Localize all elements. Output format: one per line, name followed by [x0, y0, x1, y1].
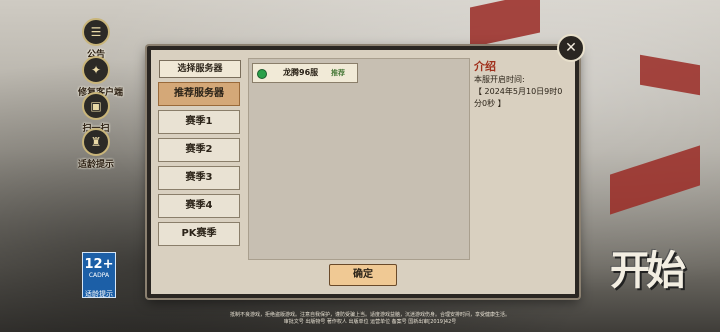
footer-line-2: 审批文号 出版物号 著作权人 出版单位 运营单位 备案号 国新出审[2019]4…	[283, 319, 457, 325]
age-rating-tip: 适龄提示	[85, 290, 113, 298]
footer-line-1: 抵制不良游戏，拒绝盗版游戏。注意自我保护，谨防受骗上当。适度游戏益脑，沉迷游戏伤…	[229, 312, 510, 318]
server-name: 龙腾96服	[283, 68, 319, 77]
age-rating-org: CADPA	[88, 272, 110, 279]
tab-recommended[interactable]: 推荐服务器	[158, 82, 240, 106]
server-tag: 推荐	[331, 69, 345, 77]
intro-line-2: 【 2024年5月10日9时0分0秒 】	[474, 87, 563, 108]
server-list: 龙腾96服 推荐	[248, 58, 470, 260]
server-item[interactable]: 龙腾96服 推荐	[252, 63, 358, 83]
age-info-button[interactable]: ♜ 适龄提示	[78, 128, 114, 170]
dialog-header: 选择服务器	[159, 60, 241, 78]
age-rating-badge[interactable]: 12+ CADPA 适龄提示	[82, 252, 116, 298]
intro-line-1: 本服开启时间:	[474, 75, 525, 84]
notice-icon: ☰	[82, 18, 110, 46]
tab-season-2[interactable]: 赛季2	[158, 138, 240, 162]
start-game-button[interactable]: 开始	[610, 238, 686, 296]
confirm-button[interactable]: 确定	[329, 264, 397, 286]
age-info-icon: ♜	[82, 128, 110, 156]
intro-heading: 介绍	[474, 60, 496, 73]
server-intro: 介绍 本服开启时间: 【 2024年5月10日9时0分0秒 】	[474, 58, 570, 110]
wrench-icon: ✦	[82, 56, 110, 84]
status-dot-icon	[257, 69, 267, 79]
age-rating-number: 12+	[84, 257, 114, 272]
scan-icon: ▣	[82, 92, 110, 120]
tab-season-1[interactable]: 赛季1	[158, 110, 240, 134]
close-icon[interactable]: ✕	[557, 34, 585, 62]
server-select-dialog: 选择服务器 推荐服务器 赛季1 赛季2 赛季3 赛季4 PK赛季 龙腾96服 推…	[147, 46, 579, 298]
tab-pk-season[interactable]: PK赛季	[158, 222, 240, 246]
tab-season-4[interactable]: 赛季4	[158, 194, 240, 218]
footer-notice: 抵制不良游戏，拒绝盗版游戏。注意自我保护，谨防受骗上当。适度游戏益脑，沉迷游戏伤…	[170, 312, 570, 326]
tab-season-3[interactable]: 赛季3	[158, 166, 240, 190]
notice-button[interactable]: ☰ 公告	[78, 18, 114, 60]
age-info-label: 适龄提示	[78, 160, 115, 170]
